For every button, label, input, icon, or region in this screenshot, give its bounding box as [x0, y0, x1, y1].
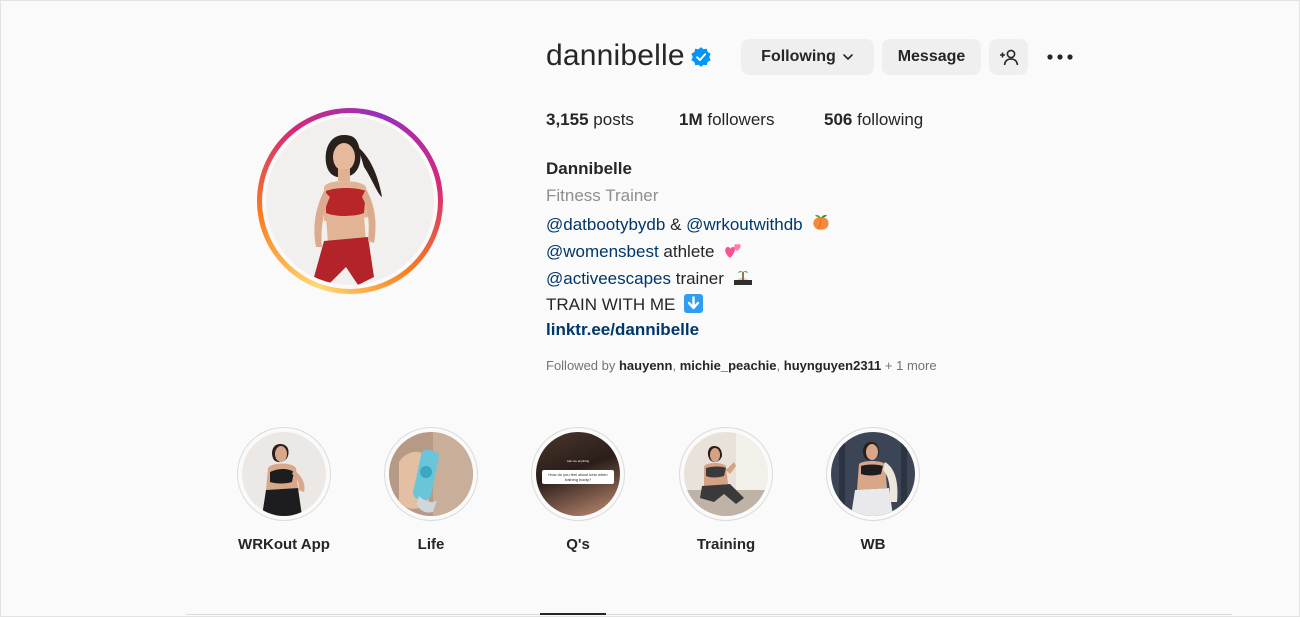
highlight-cover: Ask me anything How do you feel about ke…: [536, 432, 620, 516]
followers-stat[interactable]: 1M followers: [679, 110, 774, 130]
add-person-icon: [999, 49, 1018, 66]
following-label: following: [857, 110, 924, 129]
highlight-qs[interactable]: Ask me anything How do you feel about ke…: [528, 427, 628, 553]
following-count: 506: [824, 110, 853, 129]
bio-line-1: @datbootybydb & @wrkoutwithdb: [546, 213, 831, 235]
island-emoji-icon: [733, 271, 752, 285]
mention-link-wrkoutwithdb[interactable]: @wrkoutwithdb: [686, 215, 802, 234]
followed-by-user: huynguyen2311: [783, 358, 882, 373]
more-options-button[interactable]: [1044, 44, 1076, 70]
followed-by-more: + 1 more: [881, 358, 937, 373]
mention-link-activeescapes[interactable]: @activeescapes: [546, 269, 671, 288]
highlight-ring: [384, 427, 478, 521]
followed-by-separator: ,: [776, 358, 784, 373]
highlight-cover: [831, 432, 915, 516]
highlight-cover-image: [389, 432, 473, 516]
bio-line-3: @activeescapes trainer: [546, 267, 753, 289]
bio-line-4: TRAIN WITH ME: [546, 294, 704, 315]
posts-label: posts: [593, 110, 634, 129]
profile-full-name: Dannibelle: [546, 159, 632, 178]
followed-by-user: michie_peachie: [679, 358, 777, 373]
followed-by-prefix: Followed by: [546, 358, 619, 373]
down-arrow-emoji-icon: [684, 294, 704, 313]
bio-train-with-me-text: TRAIN WITH ME: [546, 295, 676, 314]
profile-website-link[interactable]: linktr.ee/dannibelle: [546, 320, 699, 340]
followed-by-user: hauyenn: [618, 358, 673, 373]
highlight-label: Q's: [566, 536, 590, 553]
highlight-ring: [237, 427, 331, 521]
highlight-ring: [679, 427, 773, 521]
tabs-divider: [186, 614, 1232, 615]
qs-sticker-header: Ask me anything: [566, 459, 590, 463]
bio-line-2: @womensbest athlete: [546, 240, 743, 262]
followers-label: followers: [707, 110, 775, 129]
message-button[interactable]: Message: [882, 39, 981, 75]
highlight-cover: [684, 432, 768, 516]
followed-by-text[interactable]: Followed by hauyenn, michie_peachie, huy…: [546, 358, 937, 373]
message-button-label: Message: [897, 48, 966, 65]
highlight-training[interactable]: Training: [676, 427, 776, 553]
following-button[interactable]: Following: [741, 39, 874, 75]
highlight-ring: [826, 427, 920, 521]
qs-sticker-question: How do you feel about keto when training…: [542, 470, 614, 484]
following-button-label: Following: [761, 48, 836, 65]
highlight-cover: [389, 432, 473, 516]
following-stat[interactable]: 506 following: [824, 110, 923, 130]
two-hearts-emoji-icon: [725, 244, 741, 258]
highlight-cover-image: [684, 432, 768, 516]
profile-avatar-story-ring[interactable]: [257, 108, 443, 294]
posts-stat: 3,155 posts: [546, 110, 634, 130]
highlight-life[interactable]: Life: [381, 427, 481, 553]
followed-by-separator: ,: [672, 358, 680, 373]
mention-link-womensbest[interactable]: @womensbest: [546, 242, 659, 261]
highlight-label: Training: [696, 536, 756, 553]
followers-count: 1M: [679, 110, 703, 129]
profile-category: Fitness Trainer: [546, 186, 659, 205]
bio-ampersand: &: [665, 215, 687, 234]
verified-badge-icon: [691, 47, 711, 67]
active-tab-indicator[interactable]: [540, 613, 606, 615]
highlight-wrkout-app[interactable]: WRKout App: [234, 427, 334, 553]
avatar-photo: [266, 117, 434, 285]
peach-emoji-icon: [813, 214, 829, 230]
more-dots-icon: [1047, 54, 1073, 60]
highlight-cover-image: [242, 432, 326, 516]
highlight-label: WRKout App: [238, 536, 330, 553]
highlight-label: WB: [860, 536, 886, 553]
bio-athlete-text: athlete: [658, 242, 715, 261]
highlight-cover-image: [831, 432, 915, 516]
posts-count: 3,155: [546, 110, 589, 129]
highlight-cover: [242, 432, 326, 516]
chevron-down-icon: [843, 54, 853, 61]
suggested-users-button[interactable]: [989, 39, 1028, 75]
bio-trainer-text: trainer: [671, 269, 724, 288]
profile-username: dannibelle: [546, 39, 685, 72]
highlight-label: Life: [417, 536, 445, 553]
mention-link-datbootybydb[interactable]: @datbootybydb: [546, 215, 665, 234]
avatar[interactable]: [266, 117, 434, 285]
highlight-wb[interactable]: WB: [823, 427, 923, 553]
highlight-ring: Ask me anything How do you feel about ke…: [531, 427, 625, 521]
